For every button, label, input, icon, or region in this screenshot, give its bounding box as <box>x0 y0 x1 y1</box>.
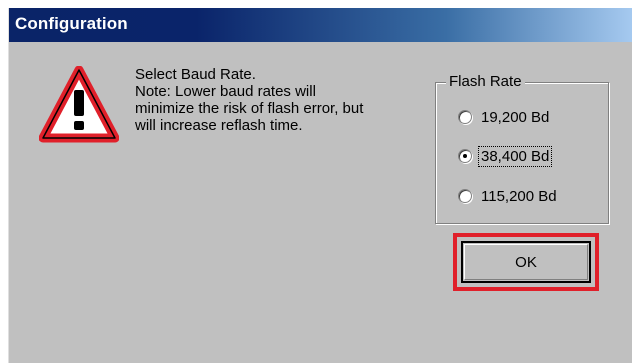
radio-option-19200[interactable]: 19,200 Bd <box>458 106 551 128</box>
message-line: minimize the risk of flash error, but <box>135 100 364 117</box>
radio-button-selected[interactable] <box>458 149 472 163</box>
ok-button-label: OK <box>515 253 537 271</box>
configuration-dialog: Configuration Select Baud Rate. Note: Lo… <box>8 8 632 363</box>
radio-button[interactable] <box>458 189 472 203</box>
radio-label[interactable]: 115,200 Bd <box>479 187 559 206</box>
title-bar[interactable]: Configuration <box>9 8 632 42</box>
flash-rate-group: Flash Rate 19,200 Bd 38,400 Bd 115,200 B… <box>435 73 609 224</box>
radio-button[interactable] <box>458 110 472 124</box>
radio-label[interactable]: 19,200 Bd <box>479 108 551 127</box>
radio-option-38400[interactable]: 38,400 Bd <box>458 145 553 167</box>
warning-triangle-icon <box>39 66 119 143</box>
ok-button[interactable]: OK <box>461 241 591 283</box>
flash-rate-legend: Flash Rate <box>446 73 525 90</box>
message-text: Select Baud Rate. Note: Lower baud rates… <box>135 66 435 134</box>
message-line: Select Baud Rate. <box>135 66 256 83</box>
window-title: Configuration <box>15 14 128 33</box>
message-line: will increase reflash time. <box>135 117 303 134</box>
radio-label[interactable]: 38,400 Bd <box>477 145 553 167</box>
radio-option-115200[interactable]: 115,200 Bd <box>458 185 559 207</box>
message-line: Note: Lower baud rates will <box>135 83 316 100</box>
